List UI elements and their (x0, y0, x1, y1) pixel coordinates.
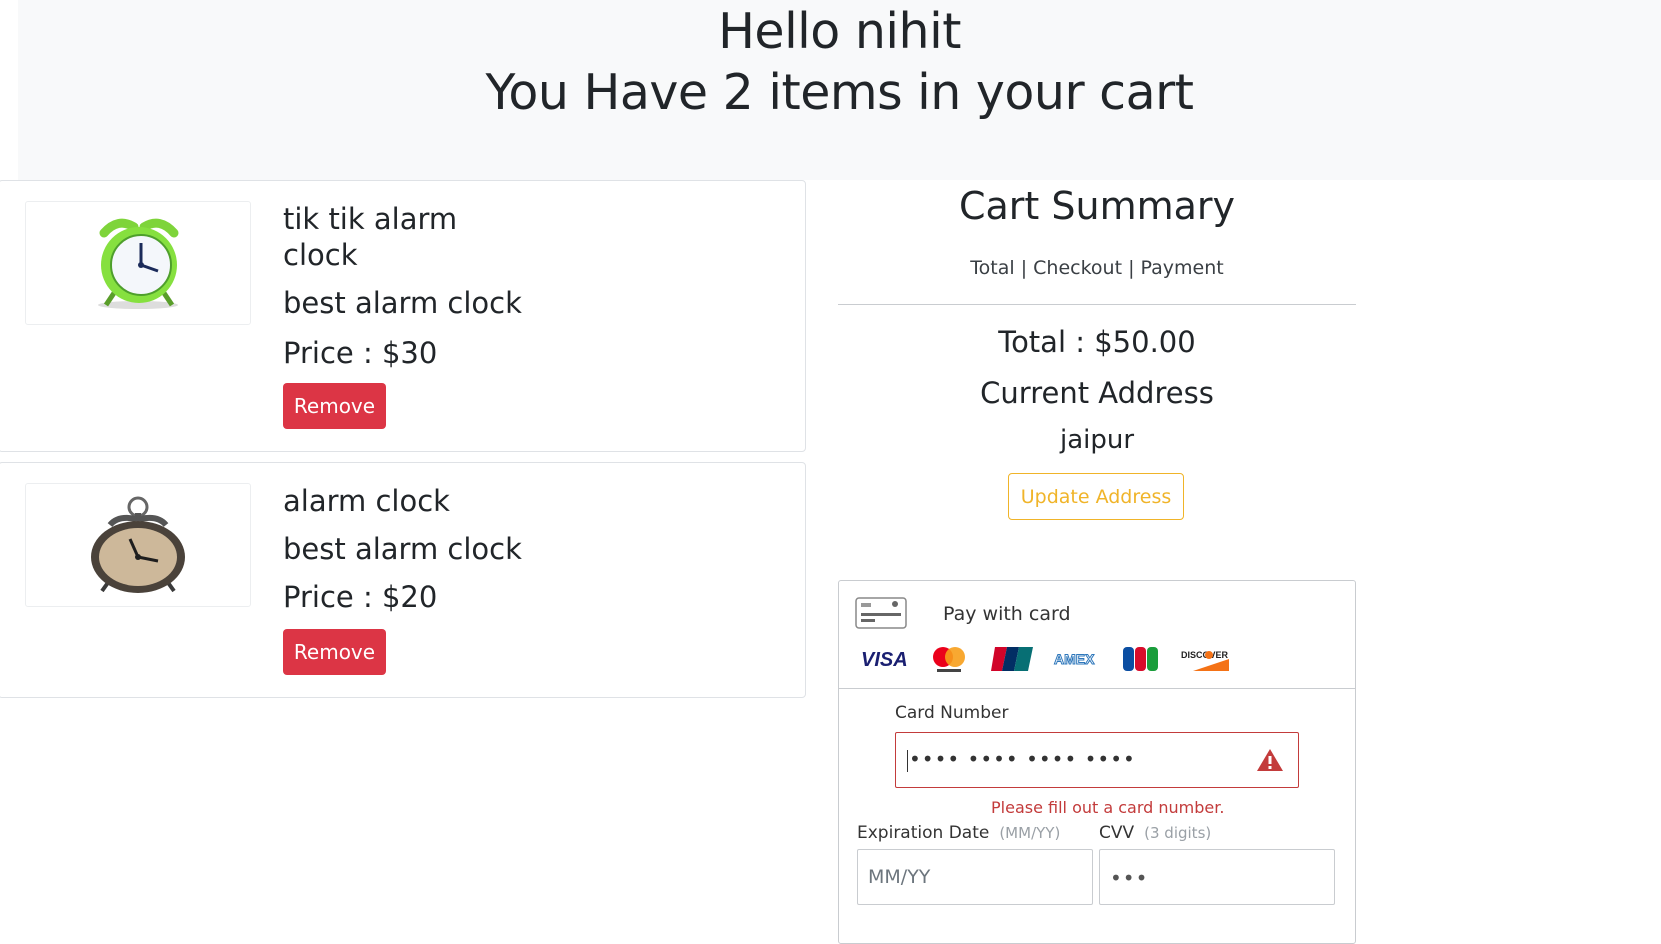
mastercard-icon (923, 645, 975, 673)
product-name: tik tik alarm clock (283, 202, 458, 272)
green-alarm-clock-icon (98, 218, 179, 309)
vintage-alarm-clock-icon (91, 496, 185, 593)
svg-text:DISCOVER: DISCOVER (1181, 650, 1229, 660)
expiry-input[interactable]: MM/YY (857, 849, 1093, 905)
cart-item-card: alarm clock best alarm clock Price : $20… (0, 462, 806, 698)
product-description: best alarm clock (283, 286, 522, 320)
greeting-heading: Hello nihit (718, 3, 961, 60)
card-number-input[interactable]: •••• •••• •••• •••• (895, 732, 1299, 788)
summary-title: Cart Summary (958, 184, 1236, 228)
card-number-label: Card Number (895, 703, 1009, 723)
product-description: best alarm clock (283, 532, 522, 566)
cart-count-heading: You Have 2 items in your cart (485, 64, 1194, 121)
card-number-placeholder: •••• •••• •••• •••• (909, 747, 1136, 771)
svg-text:AMEX: AMEX (1054, 651, 1095, 667)
product-price: Price : $30 (283, 336, 438, 370)
card-brands: VISA AMEX DISCOVER (859, 645, 1231, 673)
remove-button[interactable]: Remove (283, 629, 386, 675)
current-address: jaipur (1059, 425, 1135, 455)
expiry-label: Expiration Date (MM/YY) (857, 823, 1061, 843)
cart-item-card: tik tik alarm clock best alarm clock Pri… (0, 180, 806, 452)
svg-text:VISA: VISA (861, 649, 908, 671)
address-heading: Current Address (980, 376, 1214, 410)
payment-form: Pay with card VISA AMEX DISCOVER Card Nu… (838, 580, 1356, 944)
cvv-input[interactable]: ••• (1099, 849, 1335, 905)
remove-button[interactable]: Remove (283, 383, 386, 429)
visa-icon: VISA (859, 645, 911, 673)
checkout-steps: Total | Checkout | Payment (970, 257, 1224, 279)
cart-total: Total : $50.00 (998, 325, 1196, 359)
product-image (25, 201, 251, 325)
cvv-hint: (3 digits) (1144, 824, 1212, 842)
divider (838, 304, 1356, 305)
payment-header: Pay with card VISA AMEX DISCOVER (839, 581, 1355, 689)
product-name: alarm clock (283, 484, 450, 518)
amex-icon: AMEX (1051, 645, 1103, 673)
discover-icon: DISCOVER (1179, 645, 1231, 673)
update-address-button[interactable]: Update Address (1008, 473, 1184, 520)
product-image (25, 483, 251, 607)
expiry-hint: (MM/YY) (999, 824, 1061, 842)
pay-with-card-label: Pay with card (943, 603, 1071, 625)
warning-icon (1257, 749, 1283, 771)
unionpay-icon (987, 645, 1039, 673)
text-caret (907, 750, 908, 772)
hero-banner: Hello nihit You Have 2 items in your car… (18, 0, 1661, 180)
jcb-icon (1115, 645, 1167, 673)
cvv-label: CVV (3 digits) (1099, 823, 1212, 843)
product-price: Price : $20 (283, 580, 438, 614)
credit-card-icon (855, 597, 907, 629)
card-number-error: Please fill out a card number. (991, 798, 1225, 817)
